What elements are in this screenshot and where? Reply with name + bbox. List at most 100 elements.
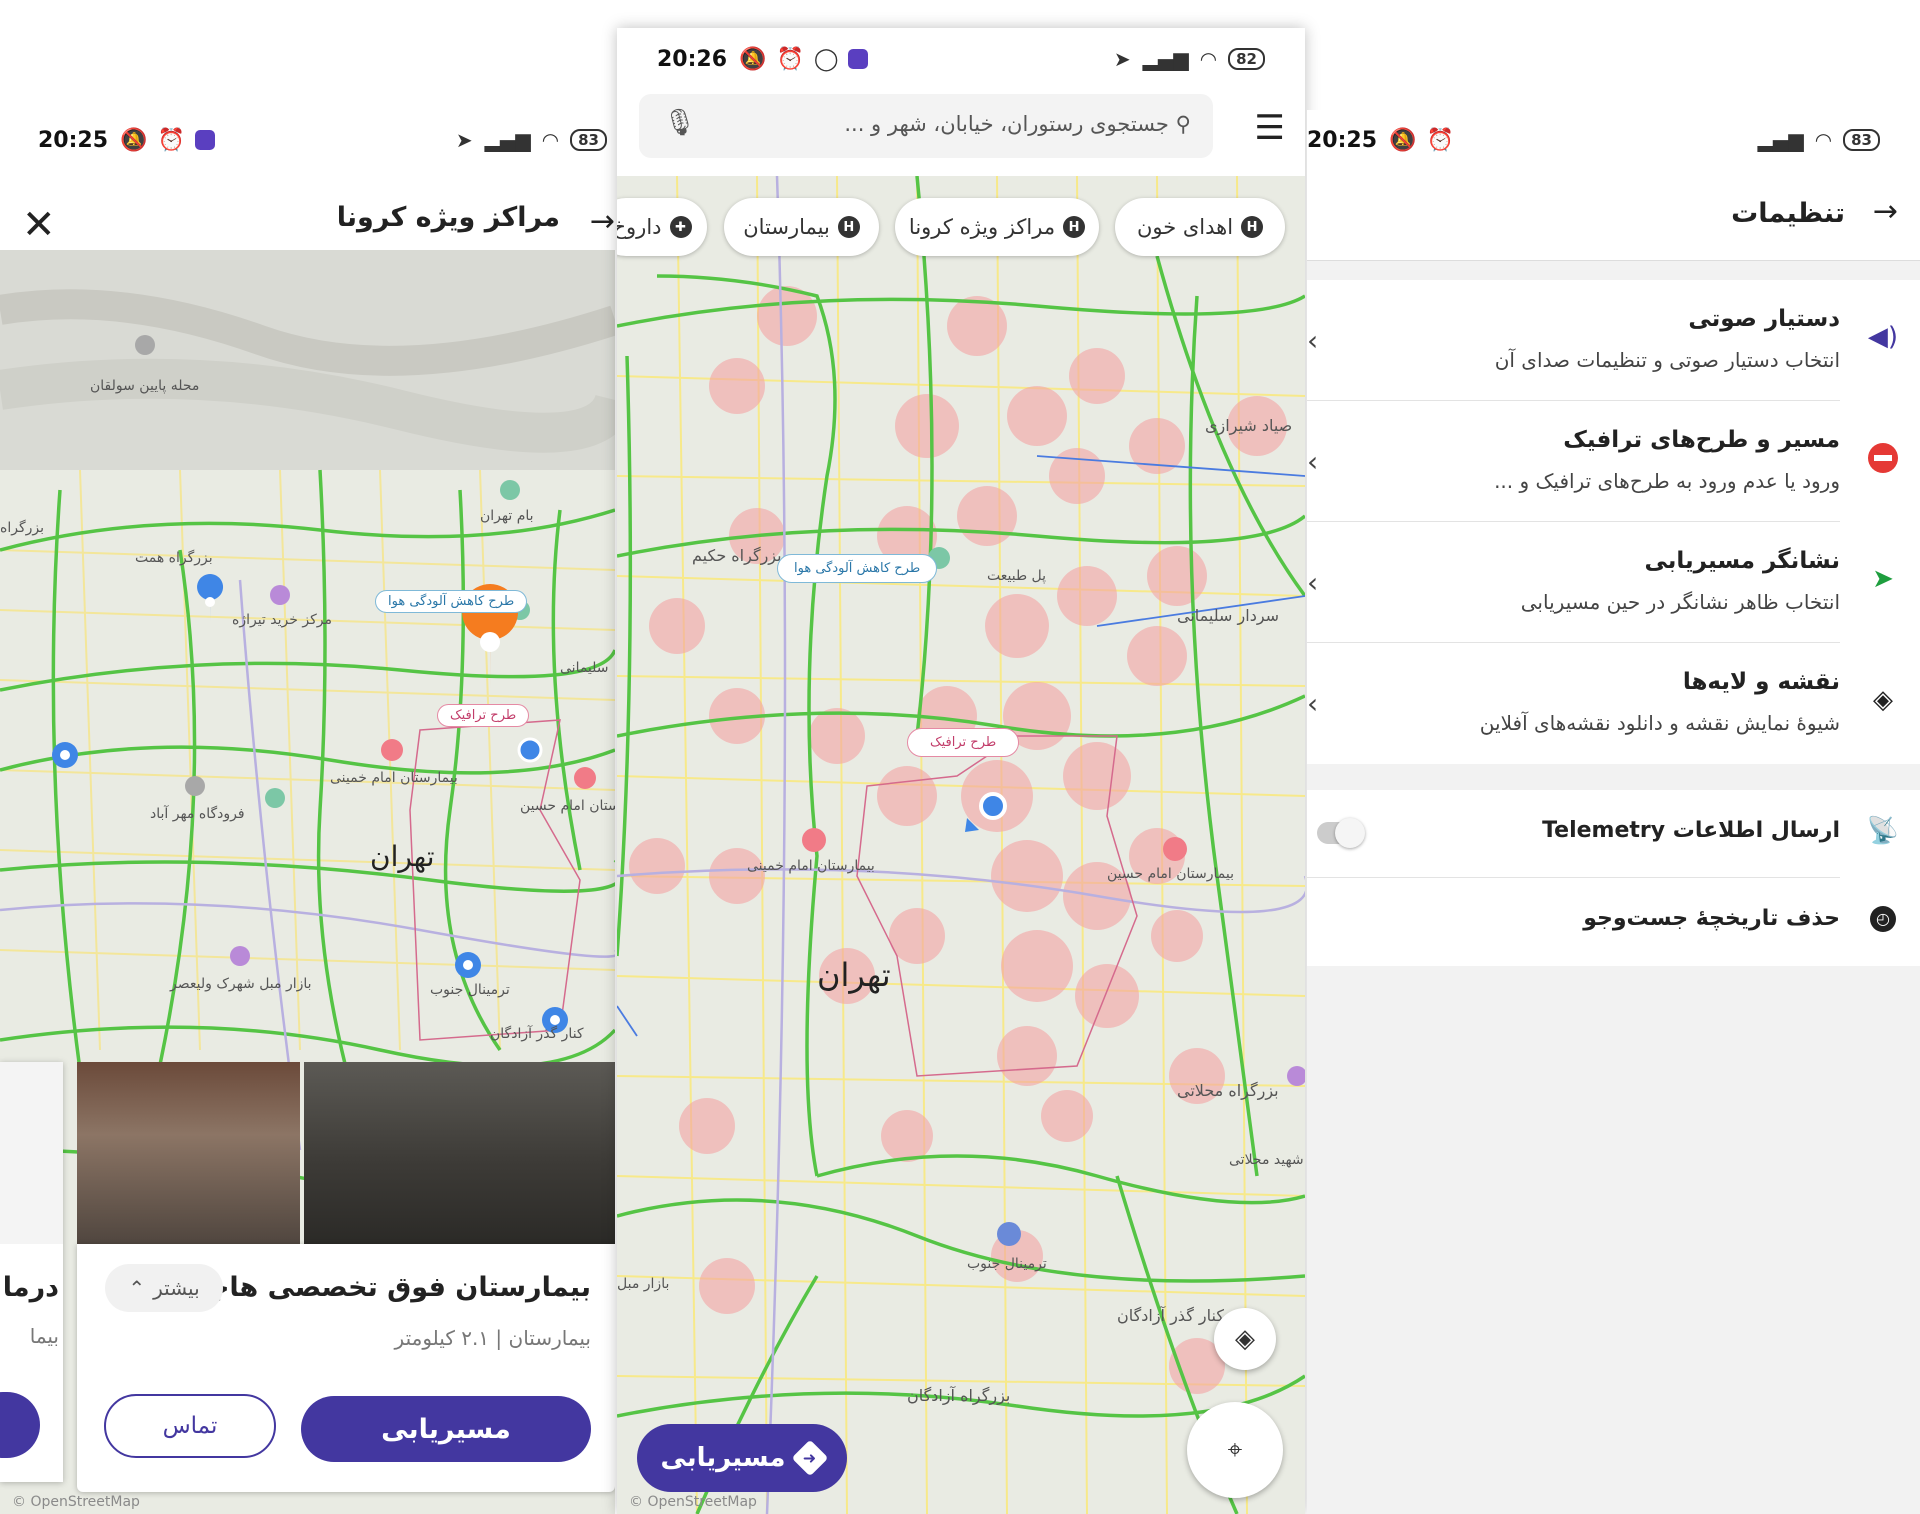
map-label: بیمارستان امام خمینی — [747, 858, 875, 874]
map-label: بازار مبل شهرک ولیعصر — [170, 976, 312, 992]
hospital-icon: H — [837, 216, 860, 238]
settings-header: تنظیمات → — [1307, 170, 1920, 261]
no-entry-icon — [1866, 441, 1900, 475]
setting-telemetry[interactable]: ارسال اطلاعات Telemetry 📡 — [1307, 790, 1920, 878]
map-label: بزرگراه — [0, 520, 44, 536]
map-label: مرکز خرید تیراژه — [232, 612, 332, 628]
place-name: بیمارستان فوق تخصصی هاجر — [193, 1272, 591, 1303]
traffic-zone-tag[interactable]: طرح ترافیک — [907, 728, 1020, 757]
setting-title: نقشه و لایه‌ها — [1682, 669, 1840, 695]
my-location-button[interactable]: ⌖ — [1187, 1402, 1283, 1498]
map-attribution: © OpenStreetMap — [12, 1494, 140, 1510]
close-icon[interactable]: ✕ — [22, 202, 56, 248]
partial-place-card[interactable]: درما بیما — [0, 1062, 63, 1482]
status-bar: 20:25 🔕 ⏰ ▂▄▆ ◠ 83 — [1307, 110, 1920, 170]
microphone-icon[interactable]: 🎙 — [663, 108, 696, 138]
status-bar: 20:26 🔕 ⏰ ◯ ➤ ▂▄▆ ◠ 82 — [617, 28, 1305, 90]
setting-title: مسیر و طرح‌های ترافیک — [1563, 427, 1840, 453]
partial-photo — [0, 1062, 63, 1244]
map-city-label: تهران — [370, 840, 435, 873]
setting-navigation-marker[interactable]: ‹ نشانگر مسیریابی انتخاب ظاهر نشانگر در … — [1307, 522, 1920, 643]
settings-list-secondary: ارسال اطلاعات Telemetry 📡 حذف تاریخچهٔ ج… — [1307, 790, 1920, 966]
air-pollution-zone-tag[interactable]: طرح کاهش آلودگی هوا — [375, 590, 528, 613]
map-label: محله پایین سولقان — [90, 378, 200, 394]
chip-blood-donation[interactable]: H اهدای خون — [1115, 198, 1285, 256]
setting-subtitle: انتخاب دستیار صوتی و تنظیمات صدای آن — [1494, 348, 1840, 372]
chevron-left-icon: ‹ — [1307, 687, 1319, 720]
traffic-zone-tag[interactable]: طرح ترافیک — [437, 704, 530, 727]
map-label: بزرگراه محلاتی — [1177, 1081, 1279, 1100]
more-label: بیشتر — [153, 1276, 200, 1300]
setting-voice-assistant[interactable]: ‹ دستیار صوتی انتخاب دستیار صوتی و تنظیم… — [1307, 280, 1920, 401]
app-notification-icon — [848, 49, 869, 69]
pharmacy-icon: ✚ — [669, 216, 692, 238]
setting-title: دستیار صوتی — [1688, 306, 1840, 332]
right-phone-screen: 20:25 🔕 ⏰ ▂▄▆ ◠ 83 تنظیمات → ‹ دستیار صو… — [1307, 110, 1920, 1514]
partial-place-sub: بیما — [29, 1324, 59, 1348]
signal-icon: ▂▄▆ — [484, 128, 531, 152]
settings-list: ‹ دستیار صوتی انتخاب دستیار صوتی و تنظیم… — [1307, 280, 1920, 764]
status-time: 20:26 — [657, 46, 728, 72]
chevron-left-icon: ‹ — [1307, 566, 1319, 599]
crosshair-icon: ⌖ — [1227, 1434, 1243, 1465]
back-arrow-icon[interactable]: → — [590, 204, 615, 239]
partial-route-button[interactable] — [0, 1392, 40, 1458]
setting-title: ارسال اطلاعات Telemetry — [1542, 818, 1840, 843]
chevron-left-icon: ‹ — [1307, 445, 1319, 478]
search-input[interactable]: 🎙 ⚲ جستجوی رستوران، خیابان، شهر و ... — [639, 94, 1213, 158]
location-icon: ➤ — [1113, 47, 1131, 71]
layers-button[interactable]: ◈ — [1214, 1308, 1276, 1370]
antenna-icon: 📡 — [1866, 816, 1900, 846]
map-label: بام تهران — [480, 508, 534, 524]
map-label: بزرگراه حکیم — [692, 546, 782, 565]
alarm-icon: ⏰ — [776, 46, 804, 72]
setting-route-traffic[interactable]: ‹ مسیر و طرح‌های ترافیک ورود یا عدم ورود… — [1307, 401, 1920, 522]
map-label: صیاد شیرازی — [1205, 416, 1293, 435]
mute-icon: 🔕 — [739, 46, 767, 72]
mute-icon: 🔕 — [120, 127, 148, 153]
photo-street-tree — [303, 1062, 615, 1244]
map-attribution: © OpenStreetMap — [629, 1494, 757, 1510]
main-map[interactable]: بزرگراه حکیم پل طبیعت بیمارستان امام خمی… — [617, 176, 1305, 1514]
setting-clear-history[interactable]: حذف تاریخچهٔ جست‌وجو ◴ — [1307, 878, 1920, 966]
chip-hospital[interactable]: H بیمارستان — [724, 198, 879, 256]
alarm-icon: ⏰ — [157, 127, 185, 153]
battery-icon: 82 — [1228, 48, 1265, 70]
chip-corona-centers[interactable]: H مراکز ویژه کرونا — [895, 198, 1099, 256]
chip-pharmacy[interactable]: ✚ داروخ — [617, 198, 707, 256]
clock-icon: ◴ — [1866, 902, 1900, 936]
map-label: پل طبیعت — [987, 568, 1047, 584]
app-notification-icon — [194, 130, 215, 150]
location-icon: ➤ — [455, 128, 473, 152]
hospital-icon: H — [1241, 216, 1264, 238]
map-label: بزرگراه آزادگان — [907, 1386, 1011, 1405]
map-label: بزرگراه همت — [135, 550, 213, 566]
page-title: تنظیمات — [1731, 198, 1845, 229]
voice-assistant-icon: ◀) — [1867, 322, 1899, 352]
call-button[interactable]: تماس — [104, 1394, 276, 1458]
more-button[interactable]: ⌃ بیشتر — [105, 1264, 223, 1312]
chevron-left-icon: ‹ — [1307, 324, 1319, 357]
place-card[interactable]: بیمارستان فوق تخصصی هاجر ⌃ بیشتر بیمارست… — [77, 1244, 615, 1492]
directions-icon: ➜ — [792, 1439, 829, 1477]
partial-place-name: درما — [2, 1272, 59, 1303]
air-pollution-zone-tag[interactable]: طرح کاهش آلودگی هوا — [777, 554, 938, 583]
setting-subtitle: ورود یا عدم ورود به طرح‌های ترافیک و ... — [1494, 469, 1840, 493]
menu-icon[interactable]: ☰ — [1255, 108, 1285, 148]
battery-icon: 83 — [570, 129, 607, 151]
route-button[interactable]: مسیریابی — [301, 1396, 591, 1462]
alarm-icon: ⏰ — [1426, 127, 1454, 153]
map-label: بازار مبل — [617, 1276, 670, 1292]
whatsapp-icon: ◯ — [813, 46, 839, 72]
route-button[interactable]: مسیریابی ➜ — [637, 1424, 847, 1492]
map-label: بیمارستان امام خمینی — [330, 770, 458, 786]
place-photo[interactable] — [77, 1062, 615, 1244]
signal-icon: ▂▄▆ — [1757, 128, 1804, 152]
middle-phone-screen: بزرگراه حکیم پل طبیعت بیمارستان امام خمی… — [617, 28, 1305, 1514]
telemetry-toggle[interactable] — [1317, 818, 1365, 848]
setting-map-layers[interactable]: ‹ نقشه و لایه‌ها شیوهٔ نمایش نقشه و دانل… — [1307, 643, 1920, 764]
map-label: سلیمانی — [560, 660, 609, 676]
status-time: 20:25 — [38, 127, 109, 153]
chevron-up-icon: ⌃ — [128, 1276, 146, 1300]
back-arrow-icon[interactable]: → — [1873, 194, 1898, 229]
